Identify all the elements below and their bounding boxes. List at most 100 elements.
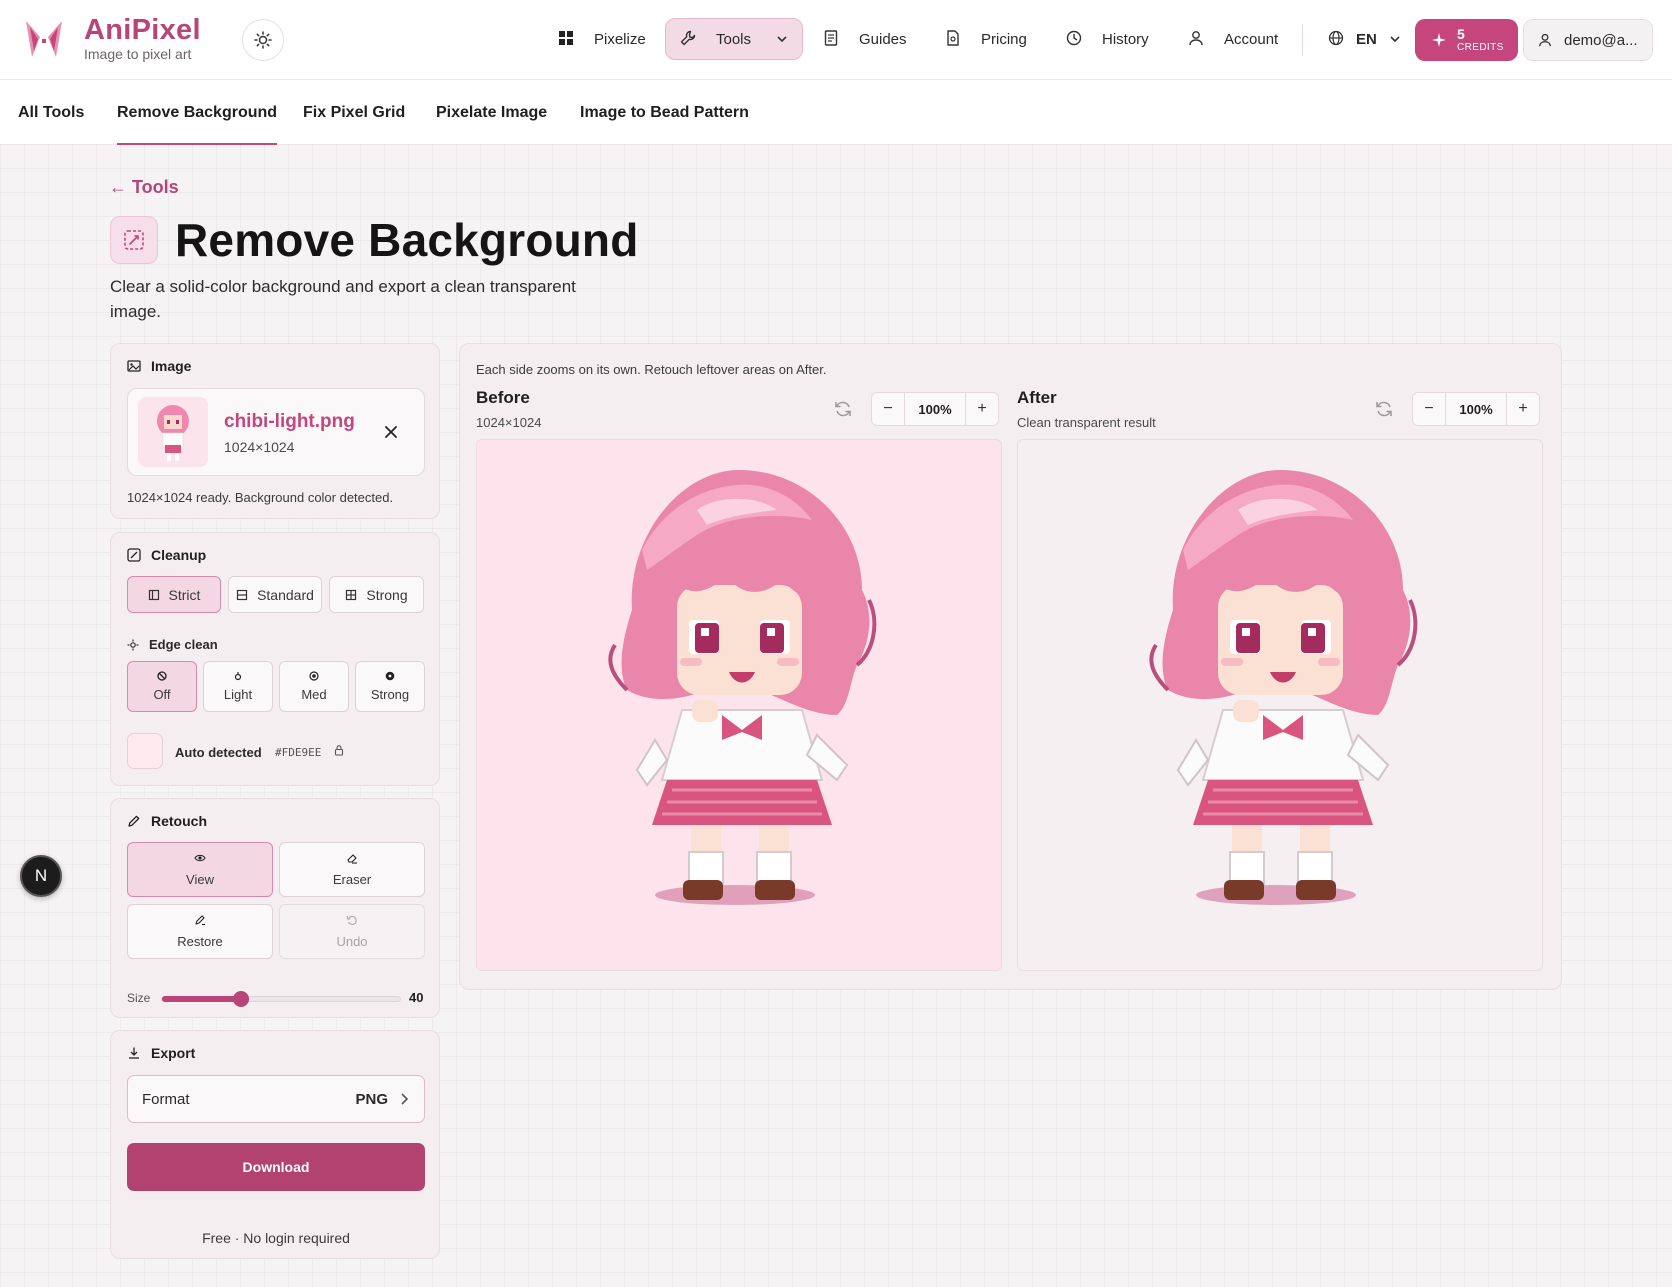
before-character-image [608,470,877,905]
nav-divider [1302,24,1303,56]
retouch-view-label: View [186,872,214,887]
globe-icon [1328,30,1346,48]
subnav-tab-fix-pixel-grid[interactable]: Fix Pixel Grid [303,80,405,145]
page-title: Remove Background [175,214,639,266]
export-panel: Export Format PNG Download Free · No log… [110,1030,440,1259]
square-small-icon [148,589,160,601]
cleanup-mode-strict-label: Strict [168,586,201,603]
square-medium-icon [236,589,248,601]
cleanup-panel: Cleanup Strict Standard Strong Edge clea… [110,532,440,786]
nav-account[interactable]: Account [1188,18,1278,60]
nav-guides-label: Guides [859,30,907,48]
sun-icon [254,31,272,49]
cleanup-mode-standard[interactable]: Standard [228,576,322,613]
edge-clean-strong[interactable]: Strong [355,661,425,712]
dot-medium-icon [309,671,319,681]
image-panel: Image chibi-light.png 1024×1024 1024×102… [110,343,440,519]
cleanup-panel-title: Cleanup [151,547,207,563]
before-zoom-in-button[interactable]: + [965,392,999,426]
subnav-tab-remove-background[interactable]: Remove Background [117,80,278,145]
image-panel-title: Image [151,358,192,374]
user-icon [1188,30,1206,48]
auto-detected-label: Auto detected [175,745,262,760]
cleanup-mode-strong[interactable]: Strong [329,576,424,613]
document-icon [823,30,841,48]
brush-size-value: 40 [409,990,424,1005]
brand-logo[interactable]: AniPixel Image to pixel art [22,16,201,61]
brush-size-slider-thumb[interactable] [233,991,250,1007]
after-character-image [1149,470,1418,905]
retouch-restore-label: Restore [177,934,223,949]
uploaded-file-card: chibi-light.png 1024×1024 [127,388,425,476]
sparkle-gear-icon [127,639,139,651]
brand-tagline: Image to pixel art [84,46,192,62]
subnav-tab-all-tools[interactable]: All Tools [18,80,84,145]
wrench-icon [680,30,698,48]
floating-user-avatar[interactable]: N [20,855,62,897]
image-status-text: 1024×1024 ready. Background color detect… [127,490,394,505]
nav-history-label: History [1102,30,1149,48]
export-format-selector[interactable]: Format PNG [127,1075,425,1123]
square-grid-icon [345,589,357,601]
after-zoom-in-button[interactable]: + [1506,392,1540,426]
after-zoom-level: 100% [1446,392,1506,426]
edge-clean-med[interactable]: Med [279,661,349,712]
cleanup-panel-heading: Cleanup [127,547,206,563]
retouch-undo-button[interactable]: Undo [279,904,425,959]
cat-ears-logo-icon [26,20,62,57]
nav-tools-dropdown[interactable]: Tools [665,18,803,60]
eraser-icon [346,852,358,864]
after-image-canvas[interactable] [1017,439,1543,971]
retouch-panel-title: Retouch [151,813,207,829]
edge-clean-off-label: Off [153,687,171,702]
theme-toggle-button[interactable] [242,19,284,61]
edge-clean-strong-label: Strong [370,687,410,702]
edge-clean-title: Edge clean [149,637,218,652]
retouch-panel-heading: Retouch [127,813,207,829]
before-zoom-out-button[interactable]: − [871,392,905,426]
subnav-tab-pixelate-image[interactable]: Pixelate Image [436,80,547,145]
file-thumbnail [138,397,208,467]
retouch-eraser-button[interactable]: Eraser [279,842,425,897]
image-panel-heading: Image [127,358,191,374]
pencil-icon [127,814,141,828]
brush-icon [194,914,206,926]
free-no-login-note: Free · No login required [202,1230,350,1246]
lock-icon[interactable] [333,744,345,756]
retouch-restore-button[interactable]: Restore [127,904,273,959]
download-button[interactable]: Download [127,1143,425,1191]
retouch-view-button[interactable]: View [127,842,273,897]
edge-clean-light-label: Light [223,687,253,702]
file-name: chibi-light.png [224,411,355,432]
credits-button[interactable]: 5 CREDITS [1415,19,1518,61]
cleanup-mode-strict[interactable]: Strict [127,576,221,613]
edge-clean-off[interactable]: Off [127,661,197,712]
nav-history[interactable]: History [1066,18,1149,60]
credits-label: CREDITS [1457,42,1504,53]
nav-guides[interactable]: Guides [823,18,907,60]
chevron-down-icon [776,33,788,45]
detected-color-hex: #FDE9EE [275,746,322,759]
dot-large-icon [385,671,395,681]
edge-clean-light[interactable]: Light [203,661,273,712]
reset-zoom-icon[interactable] [1374,399,1394,419]
brush-size-slider[interactable] [161,991,401,1007]
user-menu-button[interactable]: demo@a... [1523,19,1653,61]
export-panel-title: Export [151,1045,196,1061]
reset-zoom-icon[interactable] [833,399,853,419]
close-icon[interactable] [382,423,400,441]
preview-area: Each side zooms on its own. Retouch left… [459,343,1562,990]
back-to-tools-link[interactable]: ← Tools [109,177,179,198]
nav-pricing[interactable]: Pricing [945,18,1027,60]
before-image-canvas[interactable] [476,439,1002,971]
detected-color-swatch[interactable] [127,733,163,769]
before-pane-dimensions: 1024×1024 [476,415,542,430]
nav-pixelize[interactable]: Pixelize [558,18,646,60]
before-zoom-level: 100% [905,392,965,426]
brush-size-label: Size [127,991,151,1005]
subnav-tab-bead-pattern[interactable]: Image to Bead Pattern [580,80,749,145]
language-selector[interactable]: EN [1328,18,1401,60]
after-zoom-out-button[interactable]: − [1412,392,1446,426]
nav-pixelize-label: Pixelize [594,30,646,48]
language-label: EN [1356,30,1377,48]
